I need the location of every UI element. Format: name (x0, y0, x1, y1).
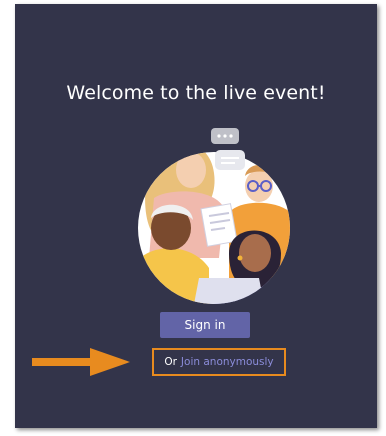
page-title: Welcome to the live event! (66, 82, 326, 104)
join-anonymously-link[interactable]: Join anonymously (181, 356, 274, 368)
people-group-illustration (138, 128, 290, 304)
or-label: Or (164, 356, 177, 368)
arrow-right-icon (32, 348, 130, 376)
sign-in-button[interactable]: Sign in (160, 312, 250, 338)
join-anonymously-highlight: Or Join anonymously (152, 348, 286, 376)
screenshot-frame: Welcome to the live event! Sign in Or Jo… (0, 0, 386, 436)
